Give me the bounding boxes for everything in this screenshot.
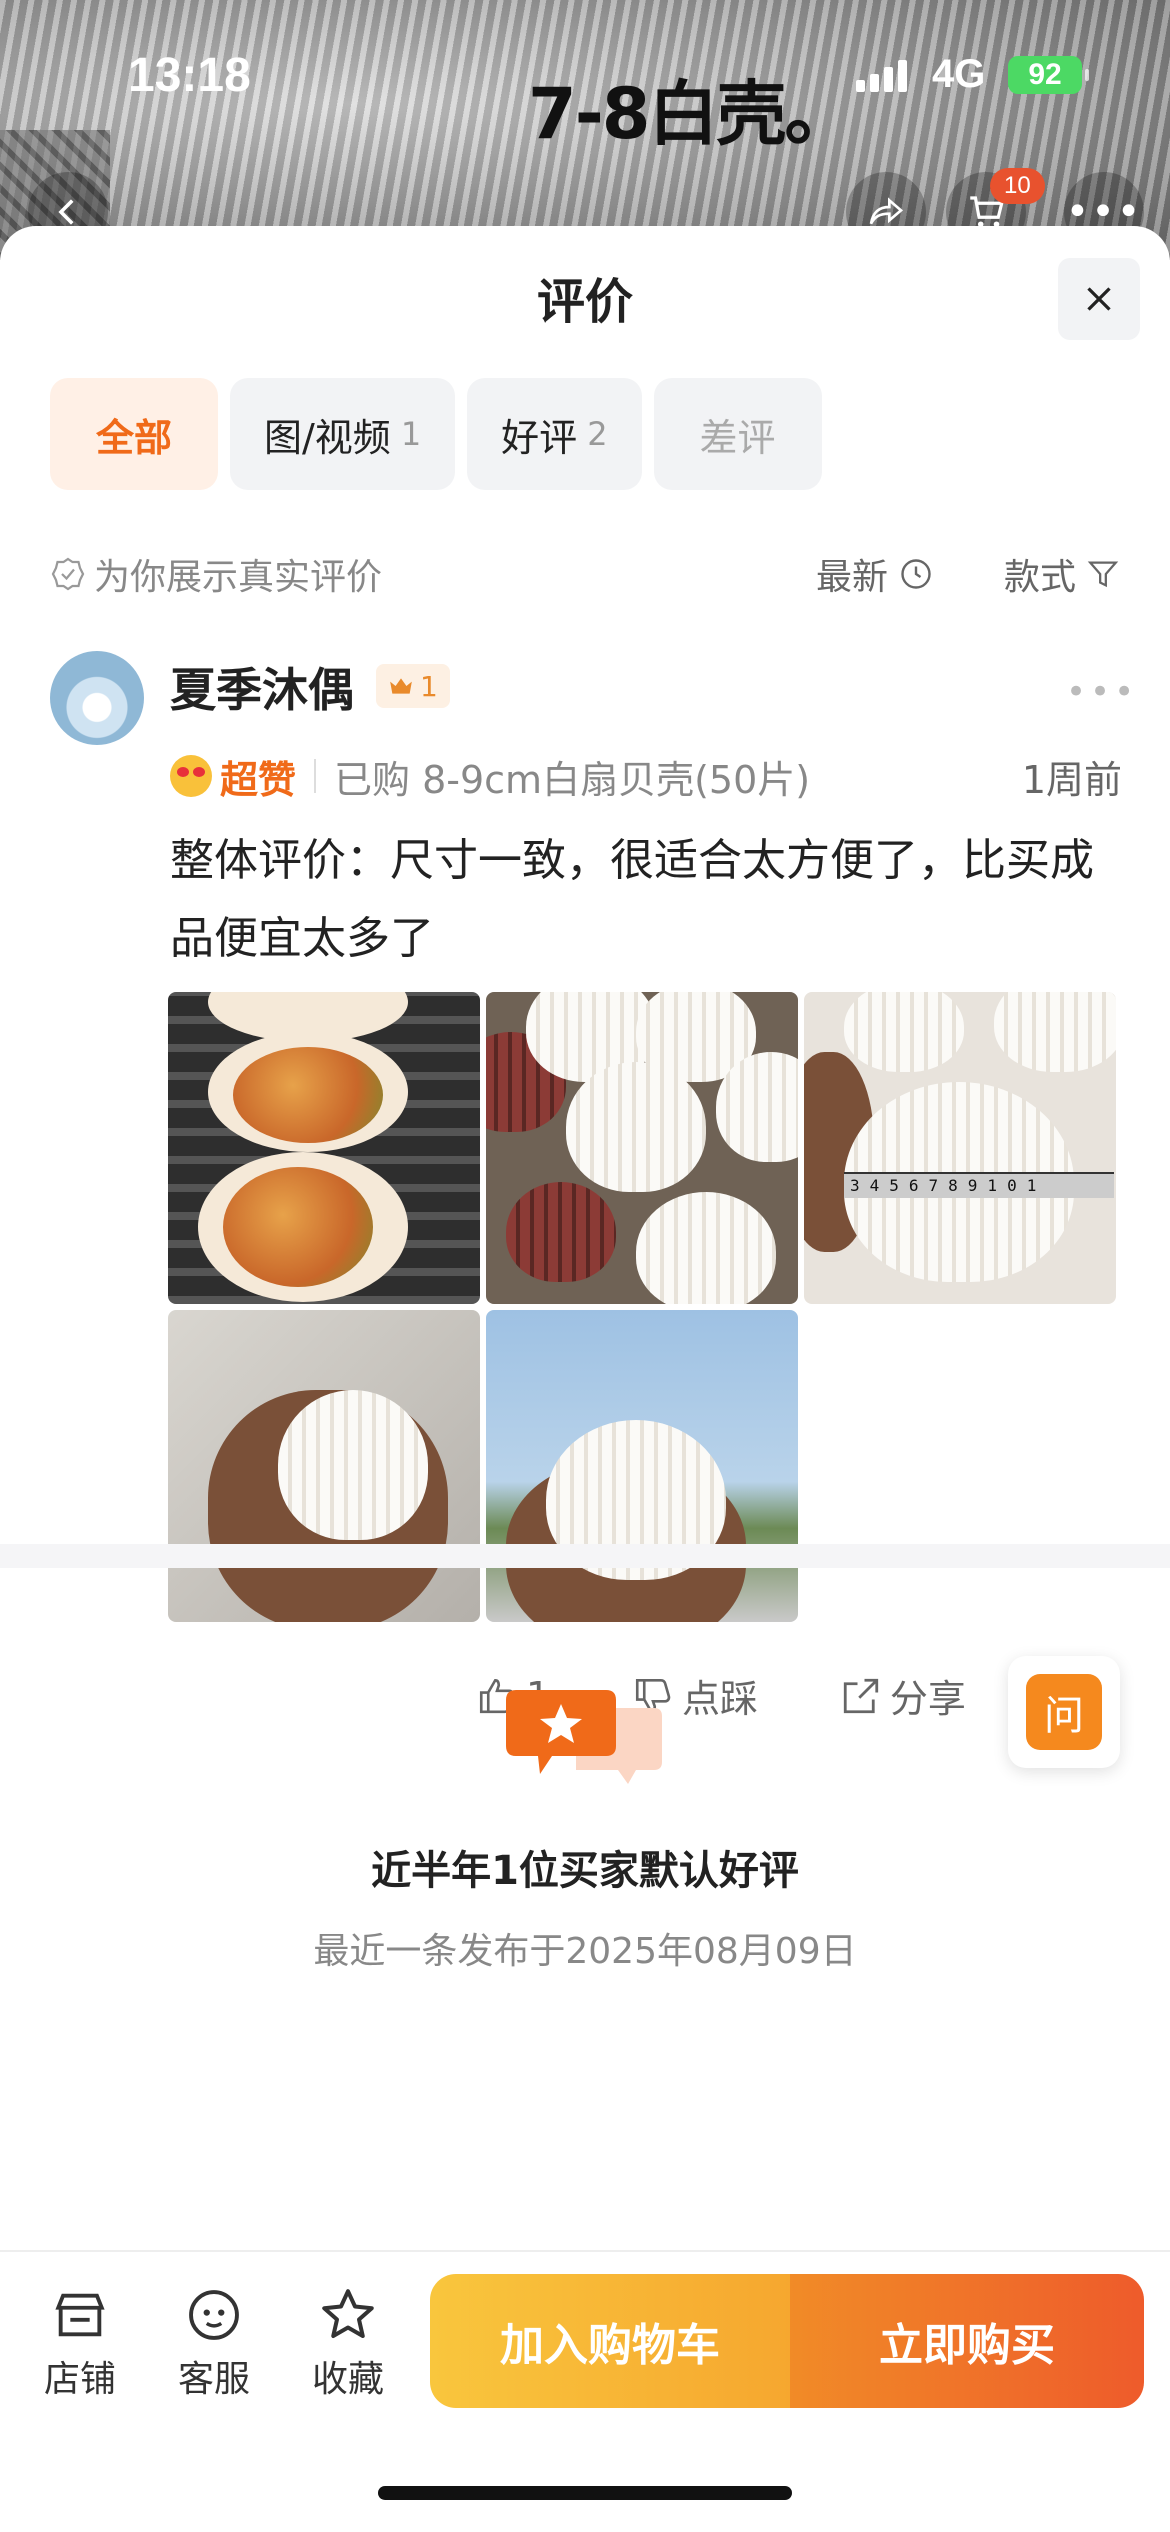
review-photo[interactable]: 3456789101 [804,992,1116,1304]
buy-now-button[interactable]: 立即购买 [790,2274,1144,2408]
review-more-icon[interactable]: ••• [1066,672,1138,712]
external-share-icon [843,1678,879,1713]
review-photo[interactable] [486,992,798,1304]
share-label: 分享 [889,1677,966,1721]
background-banner-text: 7-8白壳。 [528,73,854,155]
tab-photo-video[interactable]: 图/视频 1 [230,378,456,490]
customer-service-icon [189,2290,239,2340]
default-review-summary: 近半年1位买家默认好评 [371,1848,799,1894]
tab-label: 全部 [95,415,172,460]
store-button[interactable]: 店铺 [30,2280,130,2402]
favorite-label: 收藏 [311,2359,384,2400]
style-filter-button[interactable]: 款式 [1004,548,1120,600]
review-text: 整体评价：尺寸一致，很适合太方便了，比买成品便宜太多了 [170,835,1094,964]
member-level-badge: 1 [376,664,450,708]
status-bar: 13:18 7-8白壳。 4G 92 [0,48,1170,155]
purchased-variant: 已购 8-9cm白扇贝壳(50片) [334,757,811,802]
tab-negative[interactable]: 差评 [653,378,822,490]
heart-eyes-emoji-icon [170,755,212,797]
rating-label: 超赞 [220,757,297,802]
member-level: 1 [420,669,438,703]
sheet-title: 评价 [536,274,633,330]
status-time: 13:18 [128,49,251,102]
sort-label: 最新 [815,557,888,598]
tab-label: 差评 [699,415,776,460]
close-icon [1087,287,1111,311]
service-label: 客服 [177,2359,250,2400]
buy-now-label: 立即购买 [879,2320,1055,2371]
review-photo[interactable] [168,992,480,1304]
store-label: 店铺 [43,2359,116,2400]
section-separator [0,1544,1170,1568]
chevron-left-icon [58,199,74,225]
review-photo[interactable] [168,1310,480,1622]
avatar[interactable] [50,651,144,745]
filter-label: 款式 [1003,557,1076,598]
cart-count-badge: 10 [990,168,1045,204]
add-cart-label: 加入购物车 [500,2320,720,2371]
close-button[interactable] [1058,258,1140,340]
divider [314,759,317,793]
verified-badge-icon [51,557,85,591]
sort-latest-button[interactable]: 最新 [816,548,934,600]
battery-level: 92 [1028,58,1062,91]
rating-row: 超赞 已购 8-9cm白扇贝壳(50片) 1周前 [170,746,1122,806]
star-icon [322,2289,374,2338]
ask-label: 问 [1026,1674,1102,1750]
authentic-review-note: 为你展示真实评价 [94,557,383,598]
signal-icon [856,60,907,92]
dislike-label: 点踩 [682,1677,759,1721]
reviewer-name: 夏季沐偶 [170,663,354,717]
default-review-date: 最近一条发布于2025年08月09日 [313,1931,857,1972]
tab-all[interactable]: 全部 [50,378,218,490]
ask-question-button[interactable]: 问 [1008,1656,1120,1768]
customer-service-button[interactable]: 客服 [164,2280,264,2402]
tab-count: 2 [587,415,608,453]
review-time: 1周前 [1021,757,1122,802]
review-chat-star-icon [506,1690,662,1784]
store-icon [55,2293,105,2337]
tab-positive[interactable]: 好评 2 [467,378,642,490]
share-review-button[interactable]: 分享 [840,1668,966,1723]
favorite-button[interactable]: 收藏 [298,2280,398,2402]
tab-label: 图/视频 [264,415,391,460]
review-info-row: 为你展示真实评价 最新 款式 [50,544,1120,604]
crown-icon [390,678,412,694]
ruler-digits: 3456789101 [844,1172,1114,1198]
review-filter-tabs: 全部 图/视频 1 好评 2 差评 [50,378,822,490]
tab-label: 好评 [501,415,578,460]
add-to-cart-button[interactable]: 加入购物车 [430,2274,790,2408]
home-indicator[interactable] [378,2486,792,2500]
clock-icon [901,559,931,589]
review-photo[interactable] [486,1310,798,1622]
battery-icon: 92 [1008,56,1089,94]
network-type: 4G [932,52,986,96]
reviews-sheet: 评价 全部 图/视频 1 好评 2 差评 为你展示真实评价 最新 款式 夏季沐偶 1 [0,226,1170,2532]
tab-count: 1 [400,415,422,453]
filter-icon [1087,561,1119,588]
